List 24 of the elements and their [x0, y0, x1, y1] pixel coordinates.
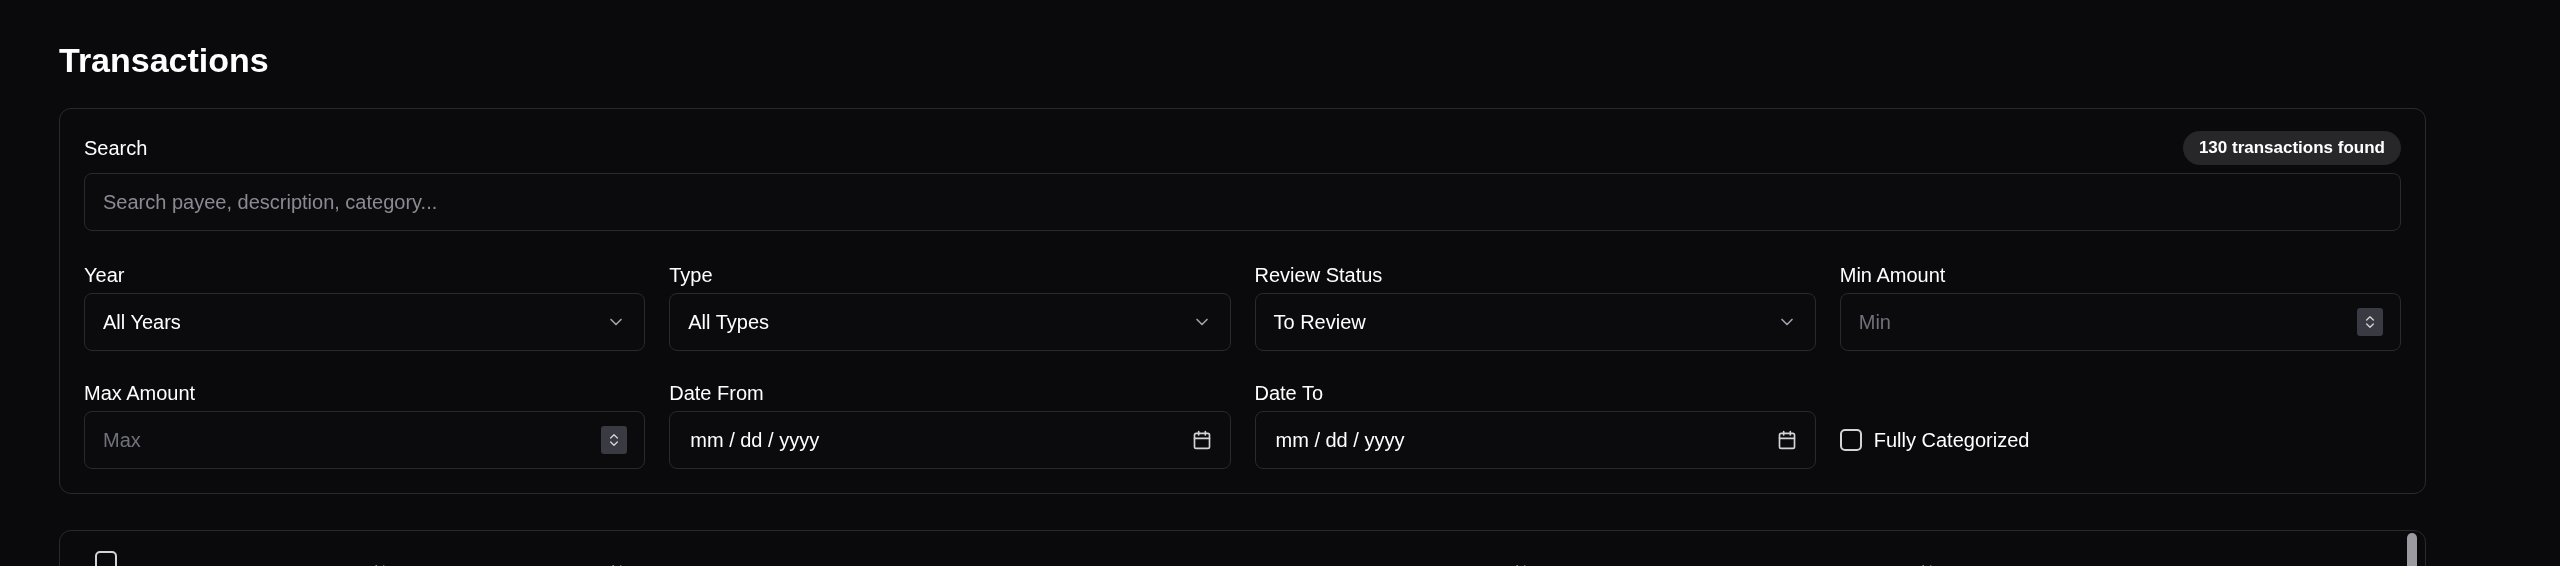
date-field[interactable]: mm / dd / yyyy [1254, 411, 1816, 469]
field-label: Search [84, 136, 148, 161]
number-field[interactable]: Min [1839, 293, 2401, 351]
select-field[interactable]: All Years [84, 293, 646, 351]
select-field[interactable]: To Review [1254, 293, 1816, 351]
calendar-icon [1191, 430, 1212, 450]
field-label: Review Status [1254, 263, 1384, 287]
field-label: Date From [669, 381, 765, 405]
field-label: Max Amount [84, 381, 197, 405]
checkbox-label: Fully Categorized [1873, 428, 2030, 453]
search-field[interactable]: Search payee, description, category... [84, 173, 2401, 231]
date-field[interactable]: mm / dd / yyyy [669, 411, 1231, 469]
checkbox[interactable] [1839, 429, 1862, 451]
page-title: Transactions [59, 40, 270, 80]
select-field[interactable]: All Types [669, 293, 1231, 351]
field-label: Min Amount [1839, 263, 1947, 287]
number-field[interactable]: Max [84, 411, 646, 469]
field-label: Year [84, 263, 126, 287]
spinner-icon[interactable] [2357, 308, 2383, 336]
spinner-icon[interactable] [601, 426, 628, 454]
field-label: Date To [1254, 381, 1325, 405]
count-badge: 130 transactions found [2182, 131, 2401, 165]
calendar-icon [1776, 430, 1797, 450]
field-label: Type [669, 263, 714, 287]
